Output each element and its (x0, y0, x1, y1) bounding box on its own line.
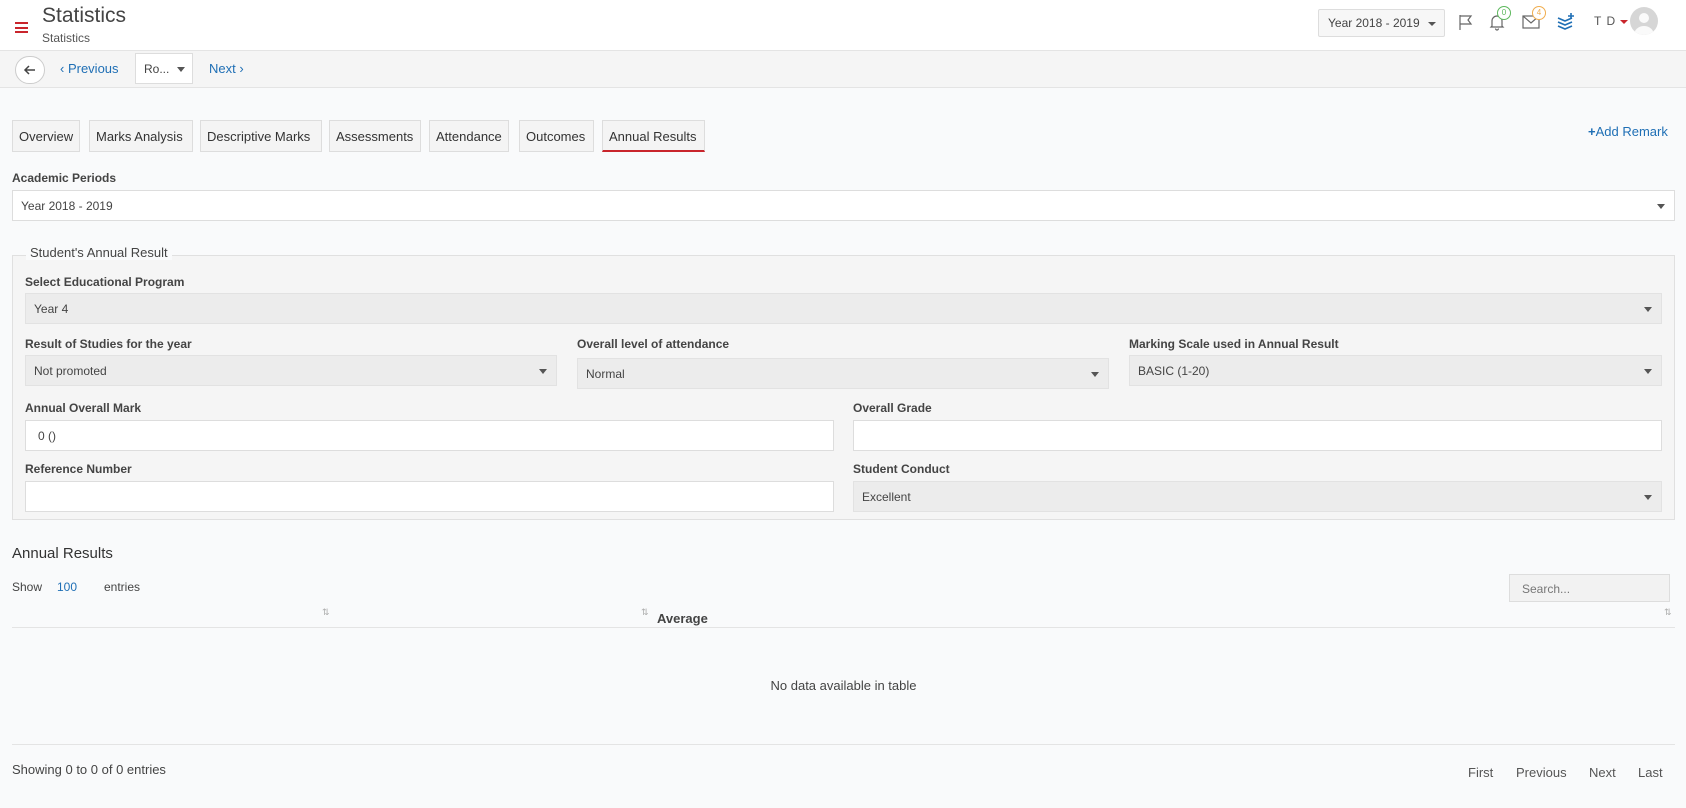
student-conduct-value: Excellent (862, 490, 911, 504)
notifications-badge: 0 (1497, 6, 1511, 20)
chevron-down-icon (177, 67, 185, 72)
chevron-right-icon: › (235, 61, 244, 76)
result-of-studies-value: Not promoted (34, 364, 107, 378)
empty-table-message: No data available in table (770, 678, 917, 693)
pagination-previous[interactable]: Previous (1516, 765, 1567, 780)
tab-assessments[interactable]: Assessments (329, 120, 421, 152)
page-subtitle: Statistics (42, 31, 91, 45)
next-record-link[interactable]: Next › (209, 61, 244, 76)
year-selector-label: Year 2018 - 2019 (1328, 16, 1420, 30)
layers-add-icon[interactable] (1556, 12, 1576, 32)
reference-number-field[interactable] (25, 481, 834, 512)
show-label: Show (12, 580, 43, 594)
attendance-level-label: Overall level of attendance (577, 337, 730, 351)
back-button[interactable] (15, 56, 45, 84)
academic-periods-label: Academic Periods (12, 171, 117, 185)
record-toolbar: ‹ Previous Ro... Next › (0, 51, 1686, 88)
chevron-down-icon (1644, 495, 1652, 500)
tab-marks-analysis[interactable]: Marks Analysis (89, 120, 193, 152)
pagination-first[interactable]: First (1468, 765, 1493, 780)
column-header-average[interactable]: Average (657, 611, 708, 626)
reference-number-label: Reference Number (25, 462, 132, 476)
table-info: Showing 0 to 0 of 0 entries (12, 762, 166, 777)
result-of-studies-label: Result of Studies for the year (25, 337, 192, 351)
pagination-next[interactable]: Next (1589, 765, 1616, 780)
attendance-level-select[interactable]: Normal (577, 358, 1109, 389)
overall-grade-field[interactable] (853, 420, 1662, 451)
chevron-down-icon (1644, 307, 1652, 312)
annual-results-title: Annual Results (12, 545, 113, 562)
previous-record-link[interactable]: ‹ Previous (60, 61, 119, 76)
overall-mark-label: Annual Overall Mark (25, 401, 142, 415)
top-bar: Statistics Statistics Year 2018 - 2019 0… (0, 0, 1686, 51)
sort-icon[interactable]: ⇅ (1664, 607, 1672, 618)
user-menu-chevron-icon[interactable] (1620, 20, 1628, 24)
tab-overview[interactable]: Overview (12, 120, 80, 152)
academic-periods-select[interactable]: Year 2018 - 2019 (12, 190, 1675, 221)
chevron-down-icon (1091, 372, 1099, 377)
messages-badge: 4 (1532, 6, 1546, 20)
arrow-left-icon (23, 65, 35, 75)
table-header: ⇅ ⇅ Average ⇅ (12, 603, 1675, 628)
tab-descriptive-marks[interactable]: Descriptive Marks (200, 120, 322, 152)
marking-scale-select[interactable]: BASIC (1-20) (1129, 355, 1662, 386)
page-title: Statistics (42, 4, 127, 27)
student-conduct-select[interactable]: Excellent (853, 481, 1662, 512)
record-select[interactable]: Ro... (135, 53, 193, 84)
sort-icon[interactable]: ⇅ (641, 607, 649, 618)
user-initials[interactable]: T D (1594, 14, 1616, 28)
result-of-studies-select[interactable]: Not promoted (25, 355, 557, 386)
educational-program-label: Select Educational Program (25, 275, 185, 289)
tab-attendance[interactable]: Attendance (429, 120, 509, 152)
plus-icon: + (1588, 124, 1596, 139)
sort-icon[interactable]: ⇅ (322, 607, 330, 618)
chevron-down-icon (1657, 204, 1665, 209)
overall-grade-label: Overall Grade (853, 401, 932, 415)
chevron-down-icon (1428, 22, 1436, 26)
avatar[interactable] (1630, 7, 1658, 35)
tab-annual-results[interactable]: Annual Results (602, 120, 705, 152)
marking-scale-value: BASIC (1-20) (1138, 364, 1210, 378)
record-select-value: Ro... (144, 62, 170, 76)
flag-icon[interactable] (1457, 13, 1475, 31)
chevron-down-icon (539, 369, 547, 374)
chevron-down-icon (1644, 369, 1652, 374)
overall-mark-field[interactable]: 0 () (25, 420, 834, 451)
marking-scale-label: Marking Scale used in Annual Result (1129, 337, 1339, 351)
entries-label: entries (104, 580, 141, 594)
year-selector[interactable]: Year 2018 - 2019 (1318, 9, 1445, 37)
pagination-last[interactable]: Last (1638, 765, 1663, 780)
menu-icon[interactable] (15, 22, 28, 33)
add-remark-button[interactable]: +Add Remark (1588, 124, 1668, 139)
student-conduct-label: Student Conduct (853, 462, 950, 476)
attendance-level-value: Normal (586, 367, 625, 381)
educational-program-select[interactable]: Year 4 (25, 293, 1662, 324)
search-input[interactable]: Search... (1509, 574, 1670, 602)
chevron-left-icon: ‹ (60, 61, 68, 76)
academic-periods-value: Year 2018 - 2019 (21, 199, 113, 213)
tab-outcomes[interactable]: Outcomes (519, 120, 594, 152)
entries-select[interactable]: 100 (57, 580, 77, 594)
annual-result-legend: Student's Annual Result (26, 245, 172, 260)
educational-program-value: Year 4 (34, 302, 69, 316)
table-body: No data available in table (12, 628, 1675, 745)
